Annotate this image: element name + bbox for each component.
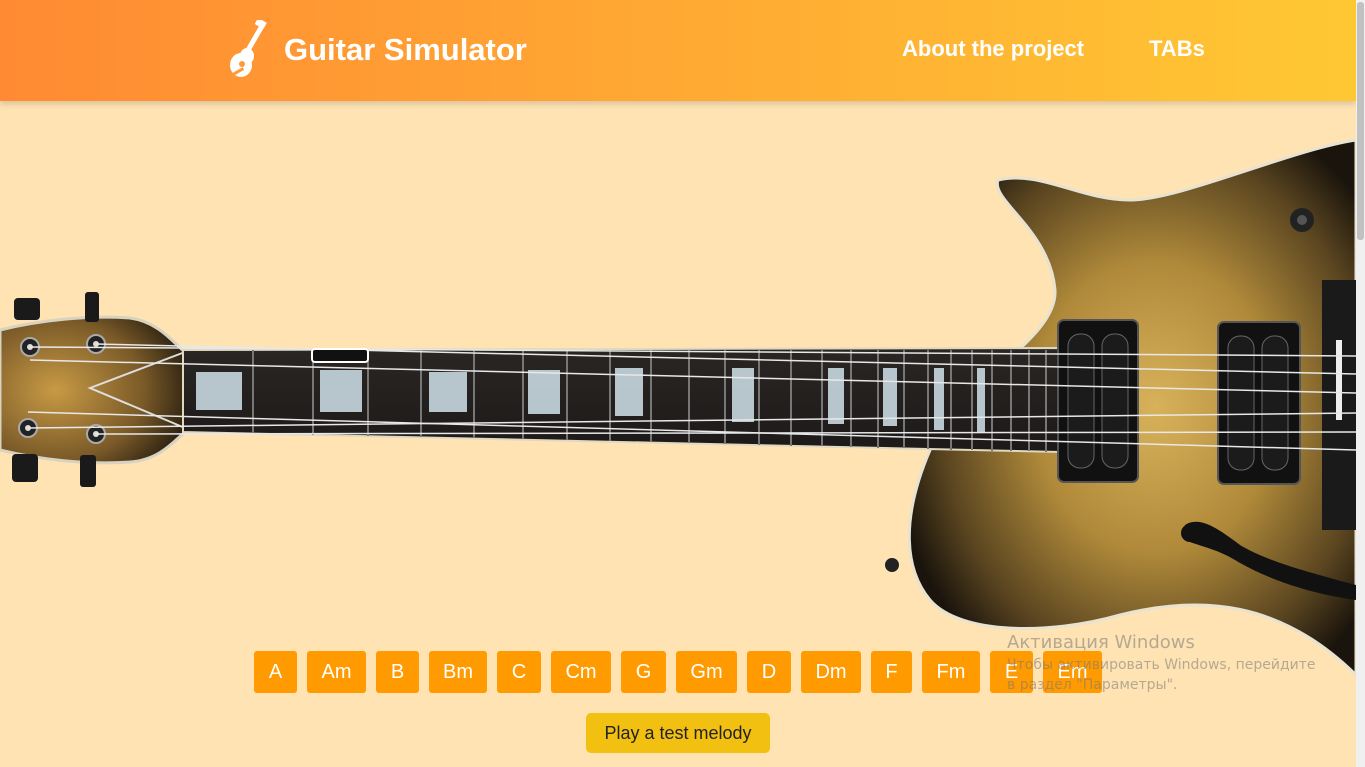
app-title: Guitar Simulator xyxy=(284,32,527,67)
chord-button-fm[interactable]: Fm xyxy=(922,651,980,693)
header: Guitar Simulator About the project TABs xyxy=(0,0,1356,101)
chord-button-dm[interactable]: Dm xyxy=(801,651,861,693)
chord-button-d[interactable]: D xyxy=(747,651,791,693)
chord-button-bm[interactable]: Bm xyxy=(429,651,487,693)
chord-button-g[interactable]: G xyxy=(621,651,666,693)
chord-button-b[interactable]: B xyxy=(376,651,419,693)
brand[interactable]: Guitar Simulator xyxy=(226,20,527,80)
guitar-icon xyxy=(230,20,267,77)
chord-button-cm[interactable]: Cm xyxy=(551,651,611,693)
scrollbar-thumb[interactable] xyxy=(1357,2,1364,240)
chord-button-c[interactable]: C xyxy=(497,651,541,693)
chord-button-am[interactable]: Am xyxy=(307,651,366,693)
nav-tabs-link[interactable]: TABs xyxy=(1149,36,1205,62)
chord-button-e[interactable]: E xyxy=(990,651,1033,693)
chord-button-em[interactable]: Em xyxy=(1043,651,1102,693)
play-test-melody-button[interactable]: Play a test melody xyxy=(586,713,770,753)
strap-button-icon xyxy=(885,558,899,572)
scrollbar[interactable] xyxy=(1356,0,1365,767)
chord-button-a[interactable]: A xyxy=(254,651,297,693)
fret-highlight xyxy=(311,348,369,363)
chord-button-gm[interactable]: Gm xyxy=(676,651,737,693)
nav-about-link[interactable]: About the project xyxy=(902,36,1084,62)
chord-button-f[interactable]: F xyxy=(871,651,912,693)
